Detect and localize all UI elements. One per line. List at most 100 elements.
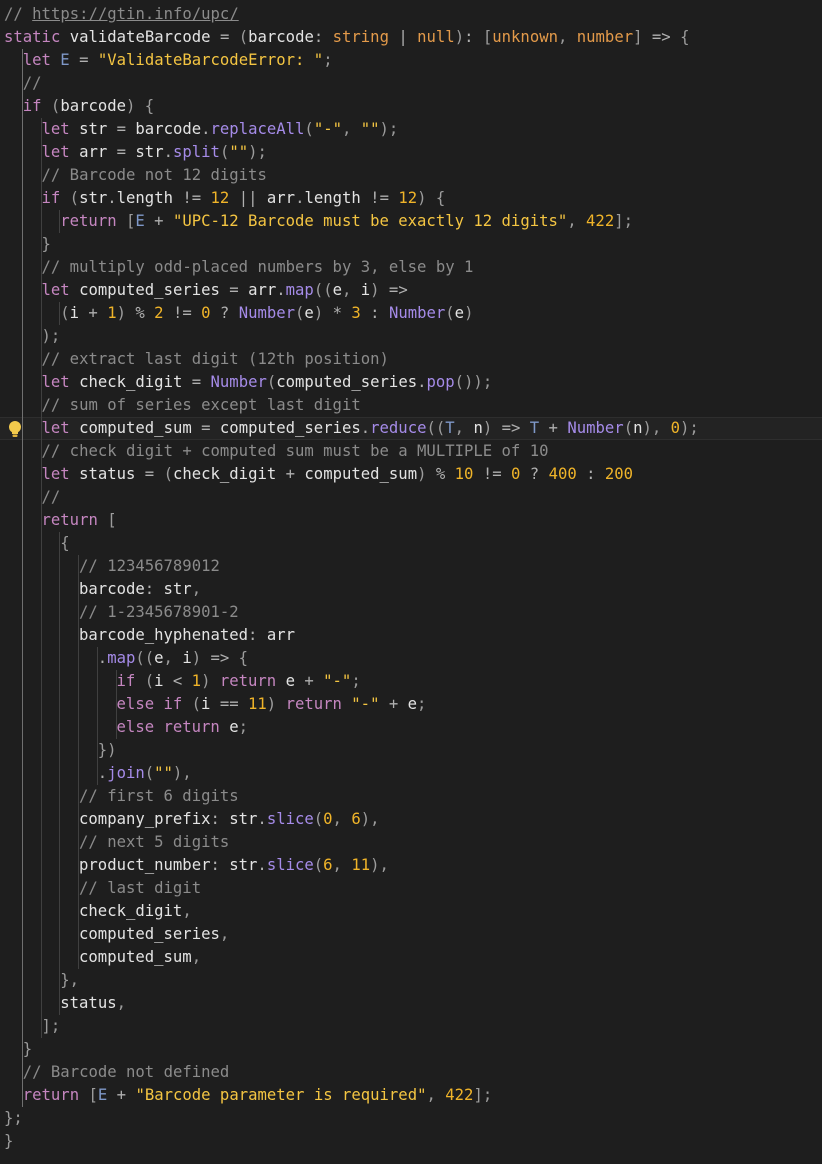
- lightbulb-icon[interactable]: [7, 420, 23, 438]
- code-line[interactable]: else if (i == 11) return "-" + e;: [0, 693, 822, 716]
- indent-guide: [59, 808, 61, 831]
- indent-guide: [59, 555, 61, 578]
- indent-guide: [21, 279, 23, 302]
- indent-guide: [40, 808, 42, 831]
- code-token: map: [107, 649, 136, 667]
- code-line[interactable]: // first 6 digits: [0, 785, 822, 808]
- code-line[interactable]: }: [0, 1038, 822, 1061]
- indent-guide: [21, 141, 23, 164]
- code-line[interactable]: // 123456789012: [0, 555, 822, 578]
- code-line[interactable]: // extract last digit (12th position): [0, 348, 822, 371]
- code-line[interactable]: status,: [0, 992, 822, 1015]
- code-line[interactable]: barcode: str,: [0, 578, 822, 601]
- code-token: slice: [266, 856, 314, 874]
- code-token: let: [22, 51, 51, 69]
- code-token: .: [276, 281, 286, 299]
- code-text: if (str.length != 12 || arr.length != 12…: [42, 187, 446, 210]
- code-token: str: [229, 810, 258, 828]
- code-token: };: [4, 1109, 23, 1127]
- code-line[interactable]: barcode_hyphenated: arr: [0, 624, 822, 647]
- code-text: }: [23, 1038, 32, 1061]
- code-line[interactable]: let check_digit = Number(computed_series…: [0, 371, 822, 394]
- code-token: replaceAll: [210, 120, 305, 138]
- code-line[interactable]: return [E + "UPC-12 Barcode must be exac…: [0, 210, 822, 233]
- code-token: i: [154, 672, 164, 690]
- indent-guide: [40, 762, 42, 785]
- code-line[interactable]: else return e;: [0, 716, 822, 739]
- indent-guide: [40, 210, 42, 233]
- code-line[interactable]: // last digit: [0, 877, 822, 900]
- code-token: return: [285, 695, 342, 713]
- code-line[interactable]: let arr = str.split("");: [0, 141, 822, 164]
- code-token: }: [4, 1132, 14, 1150]
- code-line[interactable]: return [E + "Barcode parameter is requir…: [0, 1084, 822, 1107]
- code-line[interactable]: (i + 1) % 2 != 0 ? Number(e) * 3 : Numbe…: [0, 302, 822, 325]
- code-line[interactable]: }: [0, 1130, 822, 1153]
- code-line[interactable]: check_digit,: [0, 900, 822, 923]
- code-token: string: [332, 28, 389, 46]
- code-line[interactable]: ];: [0, 1015, 822, 1038]
- code-text: status,: [60, 992, 126, 1015]
- code-line[interactable]: );: [0, 325, 822, 348]
- code-token: =>: [201, 649, 239, 667]
- code-token: ,: [567, 212, 587, 230]
- code-line[interactable]: let computed_series = arr.map((e, i) =>: [0, 279, 822, 302]
- code-line[interactable]: let computed_sum = computed_series.reduc…: [0, 417, 822, 440]
- indent-guide: [40, 624, 42, 647]
- code-token: %: [426, 465, 455, 483]
- code-token: ((: [313, 281, 333, 299]
- code-line[interactable]: // next 5 digits: [0, 831, 822, 854]
- indent-guide: [59, 601, 61, 624]
- code-token: arr: [69, 143, 108, 161]
- code-line[interactable]: if (barcode) {: [0, 95, 822, 118]
- code-line[interactable]: }: [0, 233, 822, 256]
- code-text: let check_digit = Number(computed_series…: [42, 371, 493, 394]
- code-token: (: [41, 97, 61, 115]
- code-line[interactable]: let status = (check_digit + computed_sum…: [0, 463, 822, 486]
- code-line[interactable]: let E = "ValidateBarcodeError: ";: [0, 49, 822, 72]
- code-line[interactable]: product_number: str.slice(6, 11),: [0, 854, 822, 877]
- code-line[interactable]: // multiply odd-placed numbers by 3, els…: [0, 256, 822, 279]
- code-line[interactable]: // Barcode not 12 digits: [0, 164, 822, 187]
- code-line[interactable]: computed_series,: [0, 923, 822, 946]
- code-line[interactable]: //: [0, 486, 822, 509]
- code-token: Number: [567, 419, 624, 437]
- code-line[interactable]: }): [0, 739, 822, 762]
- indent-guide: [21, 463, 23, 486]
- code-line[interactable]: },: [0, 969, 822, 992]
- code-line[interactable]: // Barcode not defined: [0, 1061, 822, 1084]
- code-line[interactable]: // https://gtin.info/upc/: [0, 3, 822, 26]
- code-token: =: [107, 120, 136, 138]
- code-line[interactable]: company_prefix: str.slice(0, 6),: [0, 808, 822, 831]
- code-token: );: [248, 143, 267, 161]
- code-token: =: [219, 281, 249, 299]
- code-line[interactable]: .map((e, i) => {: [0, 647, 822, 670]
- code-token: ,: [557, 28, 577, 46]
- code-line[interactable]: if (i < 1) return e + "-";: [0, 670, 822, 693]
- code-line[interactable]: // check digit + computed sum must be a …: [0, 440, 822, 463]
- code-line[interactable]: // sum of series except last digit: [0, 394, 822, 417]
- code-token: "-": [323, 672, 352, 690]
- code-line[interactable]: computed_sum,: [0, 946, 822, 969]
- code-line[interactable]: static validateBarcode = (barcode: strin…: [0, 26, 822, 49]
- code-line[interactable]: .join(""),: [0, 762, 822, 785]
- code-text: //: [23, 72, 42, 95]
- indent-guide: [78, 670, 80, 693]
- code-line[interactable]: // 1-2345678901-2: [0, 601, 822, 624]
- code-token: barcode_hyphenated: [79, 626, 249, 644]
- code-token: number: [576, 28, 634, 46]
- code-token: 1: [191, 672, 202, 690]
- code-token: let: [41, 373, 70, 391]
- code-line[interactable]: let str = barcode.replaceAll("-", "");: [0, 118, 822, 141]
- indent-guide: [78, 693, 80, 716]
- code-text: return [E + "UPC-12 Barcode must be exac…: [60, 210, 633, 233]
- indent-guide: [59, 716, 61, 739]
- code-token: (: [266, 373, 277, 391]
- code-editor[interactable]: // https://gtin.info/upc/static validate…: [0, 0, 822, 1164]
- code-line[interactable]: if (str.length != 12 || arr.length != 12…: [0, 187, 822, 210]
- code-line[interactable]: //: [0, 72, 822, 95]
- code-line[interactable]: {: [0, 532, 822, 555]
- code-line[interactable]: return [: [0, 509, 822, 532]
- code-token: );: [680, 419, 699, 437]
- code-line[interactable]: };: [0, 1107, 822, 1130]
